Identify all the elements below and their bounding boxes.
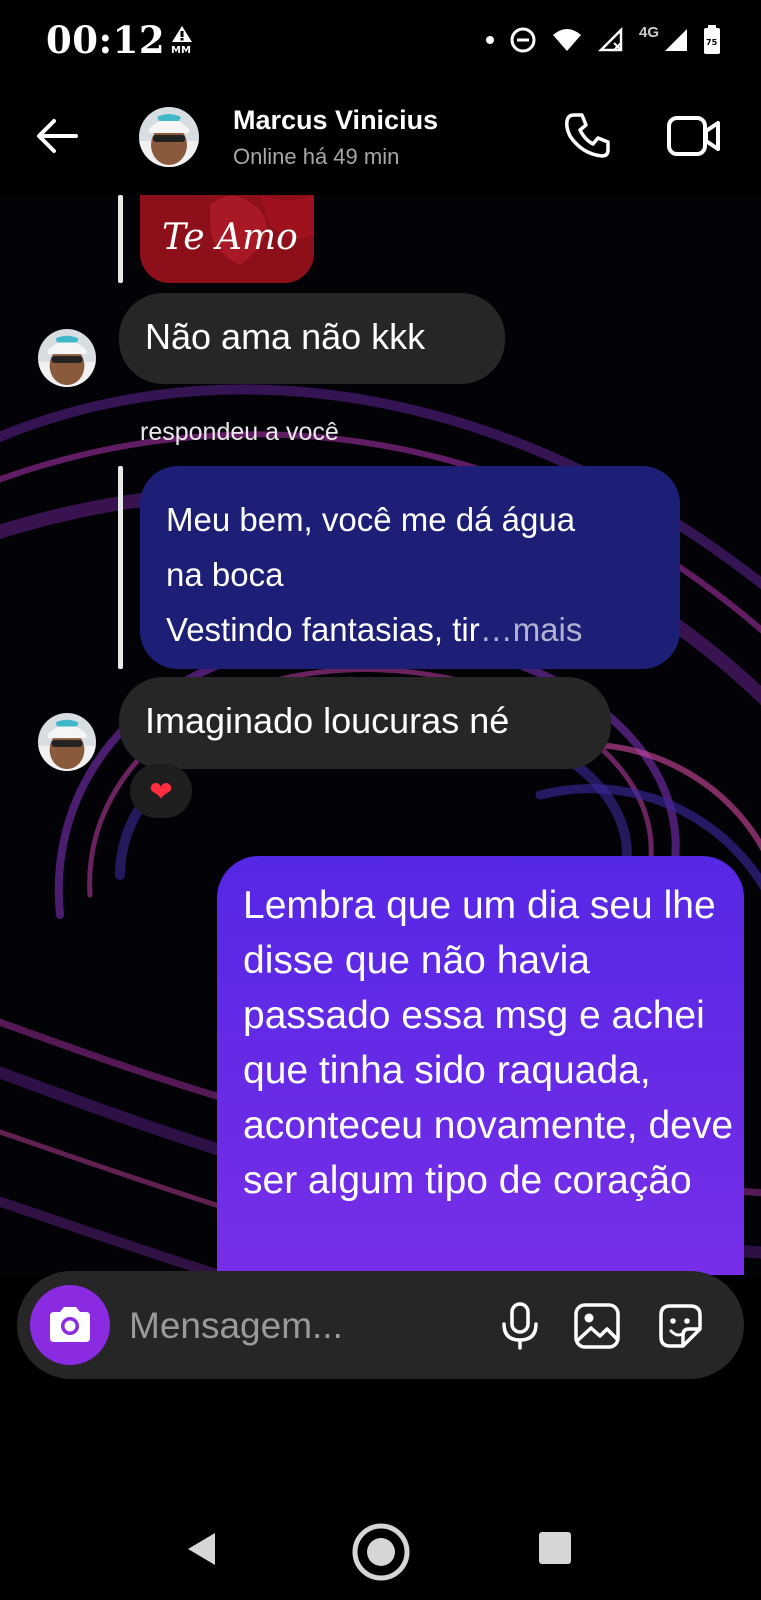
incoming-message[interactable]: Não ama não kkk xyxy=(119,293,505,384)
microphone-icon[interactable] xyxy=(495,1301,545,1351)
nav-back-icon[interactable] xyxy=(185,1531,219,1567)
quoted-line: Vestindo fantasias, tir xyxy=(166,611,480,648)
camera-button[interactable] xyxy=(30,1285,110,1365)
battery-icon: 75 xyxy=(704,25,720,54)
incoming-message[interactable]: Imaginado loucuras né xyxy=(119,677,611,769)
video-call-icon[interactable] xyxy=(666,112,722,160)
quoted-message[interactable]: Meu bem, você me dá água na boca Vestind… xyxy=(140,466,680,669)
phone-call-icon[interactable] xyxy=(562,110,612,160)
nav-home-icon[interactable] xyxy=(351,1522,411,1582)
outgoing-message[interactable]: Lembra que um dia seu lhe disse que não … xyxy=(217,856,744,1296)
sender-avatar[interactable] xyxy=(38,713,96,771)
reply-indicator-bar xyxy=(118,466,123,669)
contact-name[interactable]: Marcus Vinicius xyxy=(233,105,438,136)
message-input[interactable] xyxy=(127,1297,461,1355)
network-type: 4G xyxy=(638,23,659,41)
reply-caption: respondeu a você xyxy=(140,418,339,446)
gallery-icon[interactable] xyxy=(572,1301,622,1351)
status-time: 00:12 xyxy=(46,18,166,62)
sender-avatar[interactable] xyxy=(38,329,96,387)
read-more-link[interactable]: …mais xyxy=(480,611,583,648)
sticker-icon[interactable] xyxy=(655,1301,705,1351)
notification-dot-icon xyxy=(485,36,494,44)
wifi-icon xyxy=(552,29,581,51)
reply-indicator-bar xyxy=(118,195,123,283)
heart-reaction-icon[interactable]: ❤ xyxy=(130,764,192,818)
status-bar: 00:12 MM 4G 75 xyxy=(0,0,761,80)
do-not-disturb-icon xyxy=(510,27,536,53)
contact-status: Online há 49 min xyxy=(233,144,400,169)
camera-icon xyxy=(50,1307,90,1342)
message-composer xyxy=(17,1271,744,1379)
chat-header: Marcus Vinicius Online há 49 min xyxy=(0,80,761,195)
system-navigation-bar xyxy=(0,1500,761,1600)
signal-off-icon xyxy=(597,26,623,52)
quoted-line: na boca xyxy=(166,556,284,593)
mm-alert-icon: MM xyxy=(171,26,192,54)
back-arrow-icon[interactable] xyxy=(32,110,84,162)
quoted-line: Meu bem, você me dá água xyxy=(166,501,576,538)
svg-text:MM: MM xyxy=(171,45,191,54)
contact-avatar[interactable] xyxy=(139,107,199,167)
battery-level: 75 xyxy=(706,38,718,47)
nav-recent-apps-icon[interactable] xyxy=(539,1532,571,1564)
sticker-text: Te Amo xyxy=(162,217,298,258)
signal-icon xyxy=(665,29,687,51)
te-amo-sticker[interactable]: Te Amo xyxy=(140,195,314,283)
